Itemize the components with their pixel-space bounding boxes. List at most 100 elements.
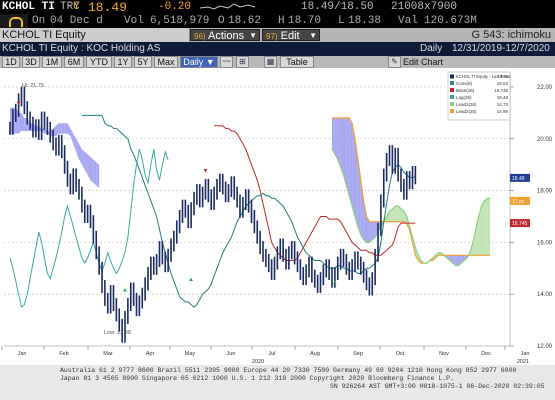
legend-series-name: Lead1(26) [456,102,477,107]
x-tick-label: Jul [268,351,275,357]
cloud-segment [58,123,62,134]
actions-number: 96) [194,32,206,41]
cloud-segment [64,123,68,134]
legend-swatch [450,102,454,106]
x-tick-label: Aug [310,351,320,357]
high-label: H [278,15,285,27]
cloud-segment [90,156,94,183]
cloud-segment [369,221,373,243]
legend-series-value: 18.53 [497,81,509,86]
period-button[interactable]: 1Y [114,56,132,68]
edit-button[interactable]: 97) Edit ▼ [262,29,320,42]
x-tick-label: Jan [521,351,530,357]
table-icon[interactable]: ▦ [264,56,277,68]
cloud-segment [349,118,353,207]
ticker[interactable]: KCHOL TI [2,1,55,13]
cloud-segment [481,200,485,256]
footer-line-1: Australia 61 2 9777 8600 Brazil 5511 239… [60,367,517,374]
price-tag-label: 18.49 [512,176,525,182]
cloud-segment [340,118,344,176]
legend-value: 18.49 [498,74,509,79]
period-button[interactable]: YTD [86,56,112,68]
cloud-segment [395,206,399,222]
period-button[interactable]: 3D [22,56,40,68]
period-button[interactable]: 6M [64,56,84,68]
cloud-segment [84,151,88,176]
footer-line-3: SN 926264 AST GMT+3:00 H818-1075-1 06-De… [330,383,545,390]
last-price-prefix: C [73,1,80,13]
line-chart-icon[interactable]: 〰 [220,56,233,68]
signal-marker: ▲ [188,277,194,283]
cloud-segment [67,123,71,137]
legend-swatch [450,88,454,92]
cloud-segment [56,123,59,137]
cloud-segment [93,159,97,186]
quote-line-1: KCHOL TI TRY C 18.49 -0.20 18.49/18.50 2… [0,0,555,15]
date-range[interactable]: 12/31/2019-12/7/2020 [452,43,550,54]
footer-line-2: Japan 81 3 4565 8900 Singapore 65 6212 1… [60,375,454,382]
legend-swatch [450,81,454,85]
cloud-segment [79,143,82,165]
edit-chart-icon[interactable]: ✎ [388,56,401,68]
price-change: -0.20 [158,1,192,13]
on-label: On [32,15,46,27]
legend-series-name: Lead2(26) [456,109,477,114]
legend-series-name: Conv(9) [456,81,473,86]
ichimoku-chart[interactable]: ▼ ▼ ▲ ▲ ▲ Hi: 21.76 Low: 12.38 22.00 20.00 18.00 1… [0,68,555,365]
function-title: G 543: ichimoku [471,29,551,41]
legend-series-name: Base(26) [456,88,475,93]
frequency-select[interactable]: Daily ▼ [180,56,218,68]
legend-series-value: 18.49 [497,95,509,100]
open-label: O [218,15,225,27]
x-tick-label: Mar [103,351,113,357]
compare-icon[interactable]: ⊞ [236,56,249,68]
high-annotation: Hi: 21.76 [22,83,44,89]
period-button[interactable]: 5Y [134,56,152,68]
cloud-segment [76,138,79,160]
quote-date: 04 Dec d [50,15,103,27]
period-button[interactable]: Max [154,56,178,68]
x-tick-label: Jun [227,351,236,357]
x-tick-label: Oct [396,351,405,357]
period-bar: 1D 3D 1M 6M YTD 1Y 5Y Max Daily ▼ 〰 ⊞ ▦ … [0,56,555,68]
bloomberg-logo-icon [0,14,28,28]
legend-swatch [450,95,454,99]
period-button[interactable]: 1M [42,56,62,68]
y-tick-label: 14.00 [537,292,553,298]
chart-title-bar: KCHOL TI Equity : KOC Holding AS Daily 1… [0,42,555,56]
legend-series-name: Lag(26) [456,95,472,100]
y-tick-label: 12.00 [537,344,553,350]
chevron-down-icon: ▼ [249,31,257,40]
chart-area[interactable]: ▼ ▼ ▲ ▲ ▲ Hi: 21.76 Low: 12.38 22.00 20.00 18.00 1… [0,68,555,365]
y-tick-label: 22.00 [537,85,553,91]
cloud-segment [87,154,91,181]
security-input-text: KCHOL TI Equity [2,29,86,41]
toolbar: KCHOL TI Equity 96) Actions ▼ 97) Edit ▼… [0,28,555,42]
legend-series-value: 14.98 [497,109,509,114]
period-button[interactable]: 1D [2,56,20,68]
signal-marker: ▼ [16,101,22,107]
cloud-segment [70,128,74,144]
high-price: 18.70 [288,15,322,27]
y-tick-label: 16.00 [537,240,553,246]
x-tick-label: May [185,351,196,357]
cloud-segment [96,162,100,188]
x-tick-label: Dec [481,351,491,357]
signal-marker: ▲ [122,288,128,294]
footer: Australia 61 2 9777 8600 Brazil 5511 239… [0,365,555,400]
edit-number: 97) [266,32,278,41]
price-tag-label: 17.xx [512,199,524,205]
security-title: KCHOL TI Equity : KOC Holding AS [2,43,161,54]
cloud-segment [73,133,77,152]
edit-label: Edit [280,30,300,42]
x-tick-label: Sep [353,351,363,357]
security-input[interactable]: KCHOL TI Equity [0,28,190,42]
cloud-segment [334,118,338,160]
table-button[interactable]: Table [280,56,314,68]
cloud-segment [61,123,65,134]
edit-chart-button[interactable]: Edit Chart [403,56,443,68]
x-tick-label: Jan [18,351,27,357]
bid-ask: 18.49/18.50 [301,1,374,13]
y-tick-label: 18.00 [537,189,553,195]
actions-button[interactable]: 96) Actions ▼ [190,29,260,42]
